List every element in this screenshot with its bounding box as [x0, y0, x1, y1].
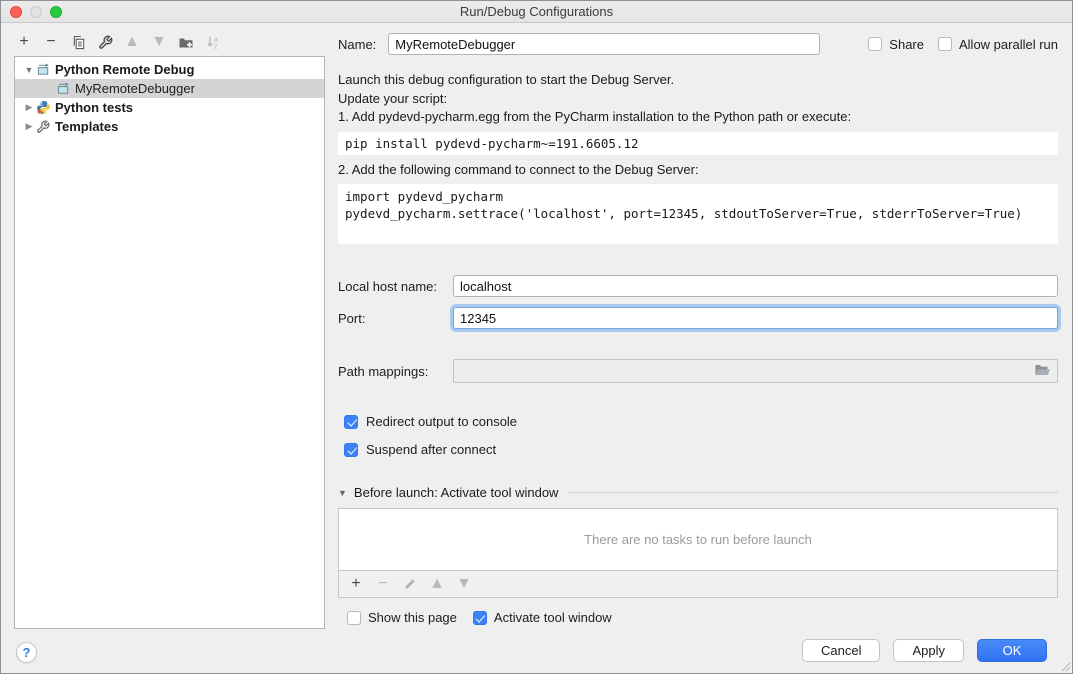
- move-down-icon[interactable]: ▼: [151, 34, 167, 50]
- python-tests-icon: [35, 100, 51, 116]
- settrace-code[interactable]: import pydevd_pycharm pydevd_pycharm.set…: [338, 184, 1058, 244]
- path-mappings-row: Path mappings:: [338, 359, 1058, 383]
- title-bar: Run/Debug Configurations: [1, 1, 1072, 23]
- top-checkboxes: Share Allow parallel run: [868, 37, 1058, 52]
- allow-parallel-run-label: Allow parallel run: [959, 37, 1058, 52]
- wrench-icon: [35, 119, 51, 135]
- sort-configurations-icon[interactable]: az: [205, 34, 221, 50]
- redirect-output-label: Redirect output to console: [366, 414, 517, 429]
- before-launch-task-list[interactable]: There are no tasks to run before launch: [338, 508, 1058, 571]
- configurations-toolbar: + − ▲ ▼ az: [16, 31, 221, 53]
- tree-item-python-remote-debug[interactable]: ▼ Python Remote Debug: [15, 60, 324, 79]
- run-debug-configurations-dialog: Run/Debug Configurations + − ▲ ▼ az ▼ Py…: [0, 0, 1073, 674]
- name-row: Name: Share Allow parallel run: [338, 33, 1058, 55]
- remove-task-icon[interactable]: −: [375, 576, 391, 592]
- show-this-page-label: Show this page: [368, 610, 457, 625]
- tree-item-python-tests[interactable]: ▶ Python tests: [15, 98, 324, 117]
- allow-parallel-run-checkbox-item[interactable]: Allow parallel run: [938, 37, 1058, 52]
- share-checkbox-item[interactable]: Share: [868, 37, 924, 52]
- suspend-after-connect-row[interactable]: Suspend after connect: [344, 442, 1058, 457]
- tree-item-myremotedebugger[interactable]: MyRemoteDebugger: [15, 79, 324, 98]
- local-host-input[interactable]: [453, 275, 1058, 297]
- port-label: Port:: [338, 311, 453, 326]
- copy-configuration-icon[interactable]: [70, 34, 86, 50]
- activate-tool-window-label: Activate tool window: [494, 610, 612, 625]
- close-window-button[interactable]: [10, 6, 22, 18]
- local-host-label: Local host name:: [338, 279, 453, 294]
- before-launch-title: Before launch: Activate tool window: [354, 485, 559, 500]
- tree-item-label: Templates: [55, 119, 118, 134]
- activate-tool-window-checkbox[interactable]: [473, 611, 487, 625]
- tree-item-label: MyRemoteDebugger: [75, 81, 195, 96]
- tree-item-label: Python tests: [55, 100, 133, 115]
- apply-button[interactable]: Apply: [893, 639, 964, 662]
- port-row: Port:: [338, 307, 1058, 329]
- name-label: Name:: [338, 37, 376, 52]
- path-mappings-input[interactable]: [453, 359, 1058, 383]
- svg-text:a: a: [214, 37, 218, 44]
- minimize-window-button[interactable]: [30, 6, 42, 18]
- run-config-icon: [55, 81, 71, 97]
- move-task-down-icon[interactable]: ▼: [456, 576, 472, 592]
- show-this-page-checkbox[interactable]: [347, 611, 361, 625]
- collapsed-arrow-icon[interactable]: ▶: [23, 121, 35, 132]
- ok-button[interactable]: OK: [977, 639, 1047, 662]
- show-this-page-item[interactable]: Show this page: [347, 610, 457, 625]
- redirect-output-row[interactable]: Redirect output to console: [344, 414, 1058, 429]
- resize-grip[interactable]: [1059, 660, 1071, 672]
- instruction-line: Launch this debug configuration to start…: [338, 71, 1058, 90]
- edit-defaults-icon[interactable]: [97, 34, 113, 50]
- before-launch-header[interactable]: ▼ Before launch: Activate tool window: [338, 485, 1058, 500]
- instructions: Launch this debug configuration to start…: [338, 71, 1058, 244]
- cancel-button[interactable]: Cancel: [802, 639, 880, 662]
- new-folder-icon[interactable]: [178, 34, 194, 50]
- code-line: import pydevd_pycharm: [345, 188, 1051, 205]
- redirect-output-checkbox[interactable]: [344, 415, 358, 429]
- move-task-up-icon[interactable]: ▲: [429, 576, 445, 592]
- port-input[interactable]: [453, 307, 1058, 329]
- share-label: Share: [889, 37, 924, 52]
- share-checkbox[interactable]: [868, 37, 882, 51]
- run-config-icon: [35, 62, 51, 78]
- collapsed-arrow-icon[interactable]: ▶: [23, 102, 35, 113]
- before-launch-toolbar: + − ▲ ▼: [338, 571, 1058, 598]
- add-configuration-icon[interactable]: +: [16, 34, 32, 50]
- window-controls: [10, 6, 62, 18]
- configurations-tree: ▼ Python Remote Debug MyRemoteDebugger ▶…: [14, 56, 325, 629]
- remove-configuration-icon[interactable]: −: [43, 34, 59, 50]
- instruction-line: Update your script:: [338, 90, 1058, 109]
- activate-tool-window-item[interactable]: Activate tool window: [473, 610, 612, 625]
- open-folder-icon[interactable]: [1034, 362, 1052, 380]
- suspend-after-connect-checkbox[interactable]: [344, 443, 358, 457]
- tree-item-templates[interactable]: ▶ Templates: [15, 117, 324, 136]
- add-task-icon[interactable]: +: [348, 576, 364, 592]
- svg-text:z: z: [214, 44, 218, 51]
- move-up-icon[interactable]: ▲: [124, 34, 140, 50]
- instruction-step: 1. Add pydevd-pycharm.egg from the PyCha…: [338, 108, 1058, 127]
- local-host-row: Local host name:: [338, 275, 1058, 297]
- tree-item-label: Python Remote Debug: [55, 62, 194, 77]
- expanded-arrow-icon[interactable]: ▼: [338, 488, 347, 498]
- edit-task-icon[interactable]: [402, 576, 418, 592]
- zoom-window-button[interactable]: [50, 6, 62, 18]
- page-options-row: Show this page Activate tool window: [347, 610, 1058, 625]
- expanded-arrow-icon[interactable]: ▼: [23, 65, 35, 75]
- code-line: pydevd_pycharm.settrace('localhost', por…: [345, 205, 1051, 222]
- section-divider: [567, 492, 1058, 493]
- empty-tasks-message: There are no tasks to run before launch: [584, 532, 812, 547]
- pip-install-code[interactable]: pip install pydevd-pycharm~=191.6605.12: [338, 132, 1058, 155]
- help-button[interactable]: ?: [16, 642, 37, 663]
- configuration-editor: Name: Share Allow parallel run Launch th…: [338, 33, 1058, 625]
- name-input[interactable]: [388, 33, 820, 55]
- path-mappings-label: Path mappings:: [338, 364, 453, 379]
- allow-parallel-run-checkbox[interactable]: [938, 37, 952, 51]
- window-title: Run/Debug Configurations: [460, 4, 613, 19]
- dialog-buttons: Cancel Apply OK: [802, 639, 1047, 662]
- suspend-after-connect-label: Suspend after connect: [366, 442, 496, 457]
- instruction-step: 2. Add the following command to connect …: [338, 161, 1058, 180]
